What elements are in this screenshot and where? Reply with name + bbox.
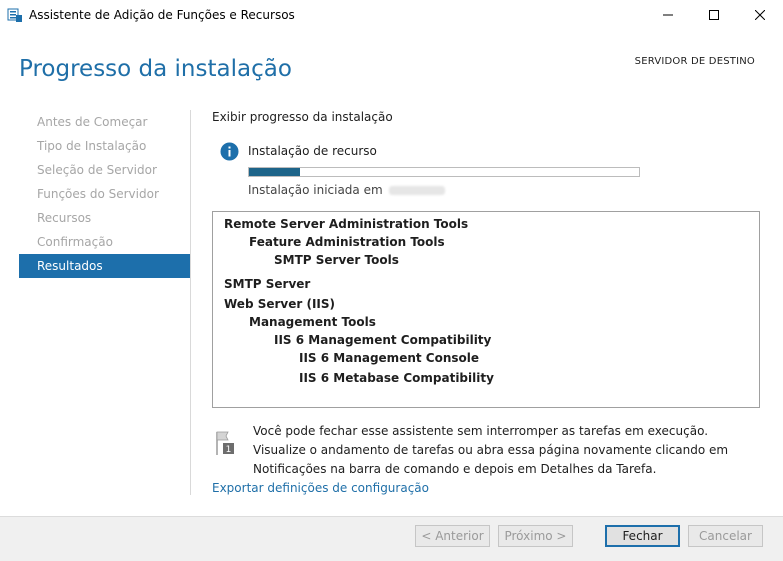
maximize-button[interactable] xyxy=(691,0,737,30)
info-icon xyxy=(220,142,239,161)
title-bar: Assistente de Adição de Funções e Recurs… xyxy=(0,0,783,30)
cancel-button[interactable]: Cancelar xyxy=(688,525,763,547)
progress-fill xyxy=(249,168,300,176)
notice-text: Você pode fechar esse assistente sem int… xyxy=(253,424,729,476)
result-item: SMTP Server xyxy=(224,277,311,291)
minimize-icon xyxy=(663,14,673,16)
content-heading: Exibir progresso da instalação xyxy=(212,110,393,124)
window-title: Assistente de Adição de Funções e Recurs… xyxy=(29,8,295,22)
nav-item-selecao-de-servidor: Seleção de Servidor xyxy=(37,163,157,177)
install-started-label: Instalação iniciada em xyxy=(248,183,383,197)
result-item: Feature Administration Tools xyxy=(249,235,445,249)
nav-item-recursos: Recursos xyxy=(37,211,92,225)
server-manager-icon xyxy=(7,7,23,23)
install-status-label: Instalação de recurso xyxy=(248,144,377,158)
export-config-link[interactable]: Exportar definições de configuração xyxy=(212,481,429,495)
previous-button[interactable]: < Anterior xyxy=(415,525,490,547)
nav-item-resultados[interactable]: Resultados xyxy=(19,254,190,278)
minimize-button[interactable] xyxy=(645,0,691,30)
page-title: Progresso da instalação xyxy=(19,56,292,82)
result-item: Remote Server Administration Tools xyxy=(224,217,469,231)
result-item: Web Server (IIS) xyxy=(224,297,336,311)
result-item: IIS 6 Management Console xyxy=(299,351,480,365)
nav-item-confirmacao: Confirmação xyxy=(37,235,113,249)
result-item: Management Tools xyxy=(249,315,376,329)
install-started-line: Instalação iniciada em xyxy=(248,183,445,197)
close-button[interactable]: Fechar xyxy=(605,525,680,547)
maximize-icon xyxy=(709,10,719,20)
result-item: IIS 6 Metabase Compatibility xyxy=(299,371,494,385)
wizard-steps-nav: Antes de Começar Tipo de Instalação Sele… xyxy=(19,110,190,278)
results-list: Remote Server Administration Tools Featu… xyxy=(212,211,760,408)
flag-notification-icon: 1 xyxy=(215,430,237,456)
nav-item-tipo-de-instalacao: Tipo de Instalação xyxy=(37,139,147,153)
install-progress-bar xyxy=(248,167,640,177)
nav-item-antes-de-comecar: Antes de Começar xyxy=(37,115,148,129)
redacted-timestamp xyxy=(388,186,445,195)
result-item: IIS 6 Management Compatibility xyxy=(274,333,492,347)
destination-server-label: SERVIDOR DE DESTINO xyxy=(634,56,755,67)
nav-divider xyxy=(190,110,191,495)
nav-item-funcoes-do-servidor: Funções do Servidor xyxy=(37,187,159,201)
close-window-button[interactable] xyxy=(737,0,783,30)
result-item: SMTP Server Tools xyxy=(274,253,399,267)
notice-badge-count: 1 xyxy=(226,445,232,455)
close-icon xyxy=(755,10,765,20)
next-button[interactable]: Próximo > xyxy=(498,525,573,547)
